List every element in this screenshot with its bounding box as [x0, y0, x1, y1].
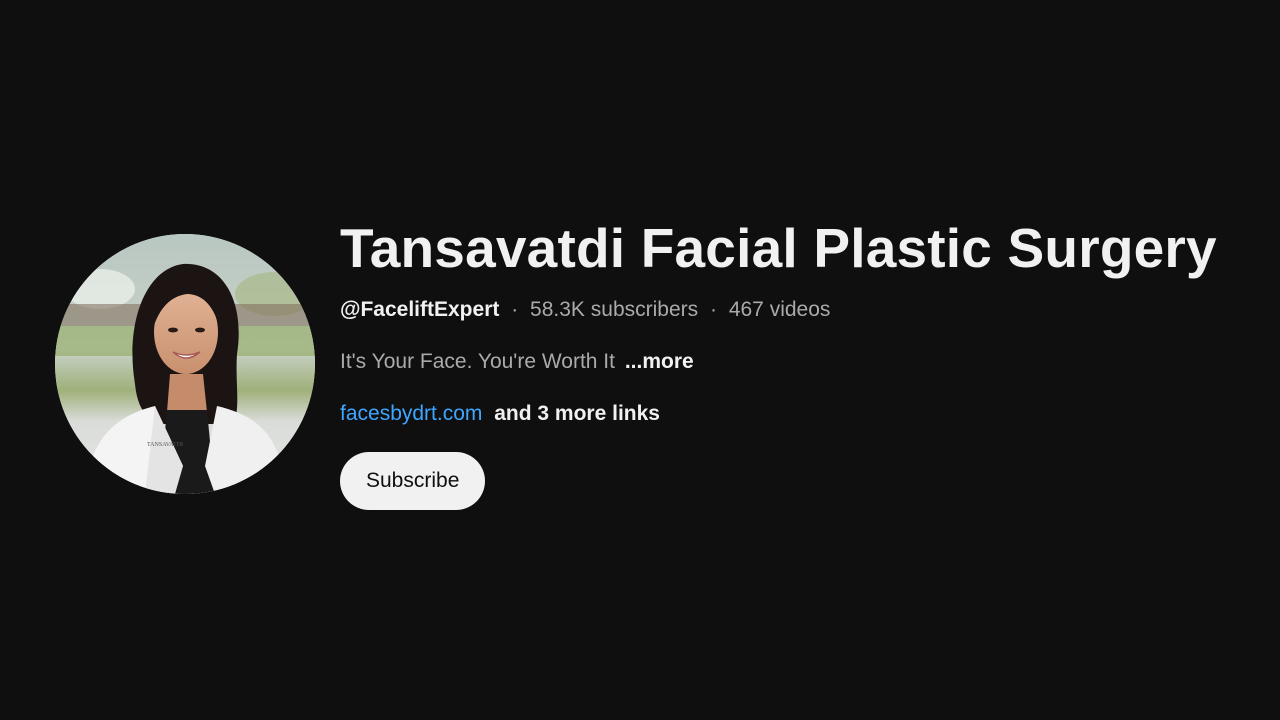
description-text: It's Your Face. You're Worth It: [340, 350, 615, 373]
more-links-button[interactable]: and 3 more links: [494, 402, 660, 425]
description-more-link[interactable]: ...more: [625, 350, 694, 373]
subscribe-button[interactable]: Subscribe: [340, 452, 486, 510]
website-link[interactable]: facesbydrt.com: [340, 402, 482, 425]
channel-links: facesbydrt.com and 3 more links: [340, 400, 1260, 428]
channel-info: Tansavatdi Facial Plastic Surgery @Facel…: [340, 212, 1260, 510]
channel-handle: @FaceliftExpert: [340, 298, 500, 321]
channel-meta: @FaceliftExpert · 58.3K subscribers · 46…: [340, 296, 1260, 324]
meta-separator: ·: [511, 298, 519, 321]
meta-separator: ·: [709, 298, 717, 321]
channel-description[interactable]: It's Your Face. You're Worth It ...more: [340, 348, 1260, 376]
avatar-photo: TANSAVATDI: [55, 234, 315, 494]
channel-avatar[interactable]: TANSAVATDI: [55, 234, 315, 494]
video-count: 467 videos: [728, 298, 831, 321]
channel-title: Tansavatdi Facial Plastic Surgery: [340, 217, 1217, 279]
channel-header: TANSAVATDI Tansavatdi Facial Plastic Sur…: [0, 0, 1280, 720]
svg-text:TANSAVATDI: TANSAVATDI: [147, 442, 183, 448]
subscriber-count: 58.3K subscribers: [530, 298, 699, 321]
